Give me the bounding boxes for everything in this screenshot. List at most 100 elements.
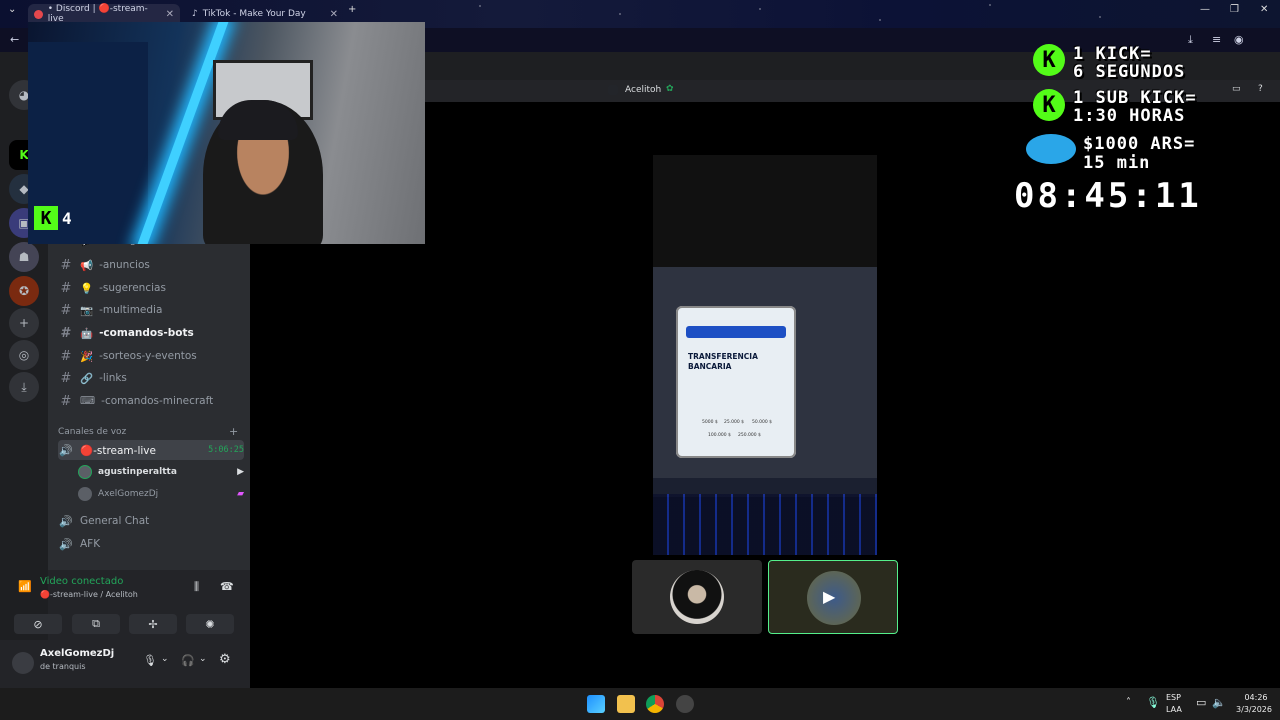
channel-name: -comandos-bots — [99, 327, 194, 339]
channel-multimedia[interactable]: # 📷 -multimedia — [58, 300, 244, 320]
laptop-taskbar — [653, 478, 877, 494]
voice-user-name: agustinperaltta — [98, 467, 177, 477]
headphones-icon[interactable]: 🎧 — [181, 654, 195, 667]
channel-comandos-minecraft[interactable]: # ⌨ -comandos-minecraft — [58, 391, 244, 411]
voice-channel-general-chat[interactable]: 🔊 General Chat — [58, 511, 244, 531]
keyboard-layout[interactable]: LAA — [1166, 705, 1182, 714]
voice-channel-afk[interactable]: 🔊 AFK — [58, 534, 244, 554]
hash-icon: # — [60, 393, 72, 409]
transfer-title-line2: BANCARIA — [688, 362, 732, 371]
user-panel: AxelGomezDj de tranquis 🎙 ⌄ 🎧 ⌄ ⚙ — [0, 640, 250, 688]
server-icon[interactable]: ☗ — [9, 242, 39, 272]
file-explorer-icon[interactable] — [617, 695, 635, 713]
add-server-icon[interactable]: + — [9, 308, 39, 338]
noise-suppression-icon[interactable]: ⫼ — [194, 580, 199, 594]
channel-sorteos-y-eventos[interactable]: # 🎉 -sorteos-y-eventos — [58, 346, 244, 366]
amount-chip: 250.000 $ — [738, 433, 761, 438]
voice-channel-name: AFK — [80, 538, 101, 550]
network-icon[interactable]: ▭ — [1196, 696, 1206, 709]
chevron-down-icon[interactable]: ⌄ — [161, 654, 169, 664]
tray-mic-icon[interactable]: 🎙 — [1146, 696, 1160, 709]
avatar — [78, 465, 92, 479]
voice-user-agustinperaltta[interactable]: agustinperaltta ▶ — [78, 463, 244, 481]
clock-date[interactable]: 3/3/2026 — [1232, 705, 1276, 714]
speaker-icon: 🔊 — [59, 537, 73, 551]
soundboard-icon: ✺ — [205, 617, 215, 631]
server-icon[interactable]: ✪ — [9, 276, 39, 306]
participant-tile-active[interactable]: ▶ — [768, 560, 898, 634]
explore-icon[interactable]: ◎ — [9, 340, 39, 370]
voice-channel-stream-live[interactable]: 🔊 🔴-stream-live 5:06:25 — [58, 440, 244, 460]
settings-gear-icon[interactable]: ⚙ — [219, 652, 231, 667]
tab-close-icon[interactable]: ✕ — [166, 9, 174, 20]
minimize-icon[interactable]: — — [1200, 4, 1210, 15]
clock-time[interactable]: 04:26 — [1236, 693, 1276, 702]
language-code[interactable]: ESP — [1166, 693, 1181, 702]
tab-discord[interactable]: • Discord | 🔴-stream-live ✕ — [28, 4, 180, 24]
speaker-icon: 🔊 — [59, 514, 73, 528]
soundboard-button[interactable]: ✺ — [186, 614, 234, 634]
back-arrow-icon[interactable]: ← — [10, 33, 19, 46]
channel-emoji: 📷 — [80, 304, 94, 317]
donation-rule-line1: $1000 ARS= — [1083, 134, 1196, 154]
add-channel-icon[interactable]: + — [229, 425, 238, 438]
channel-emoji: 🎉 — [80, 350, 94, 363]
participant-tile[interactable] — [632, 560, 762, 634]
close-window-icon[interactable]: ✕ — [1260, 4, 1268, 15]
channel-name: -sugerencias — [99, 282, 166, 294]
hash-icon: # — [60, 302, 72, 318]
amount-chip: 50.000 $ — [752, 420, 773, 425]
discord-tab-icon — [34, 9, 43, 19]
kick-follower-badge: K 4 — [34, 206, 72, 230]
camera-toggle-button[interactable]: ⊘ — [14, 614, 62, 634]
voice-user-axelgomezdj[interactable]: AxelGomezDj ▰ — [78, 485, 244, 503]
disconnect-icon[interactable]: ☎ — [220, 580, 234, 593]
channel-emoji: 🔗 — [80, 372, 94, 385]
camera-off-icon: ⊘ — [33, 617, 43, 631]
tray-chevron-icon[interactable]: ˄ — [1126, 697, 1131, 708]
microphone-icon[interactable]: 🎙 — [143, 654, 157, 667]
avatar — [78, 487, 92, 501]
new-tab-button[interactable]: + — [348, 4, 356, 15]
chrome-icon[interactable] — [646, 695, 664, 713]
screen-share-button[interactable]: ⧉ — [72, 614, 120, 634]
windows-start-icon[interactable] — [587, 695, 605, 713]
activities-button[interactable]: ✢ — [129, 614, 177, 634]
participant-avatar — [670, 570, 724, 624]
maximize-icon[interactable]: ❐ — [1230, 4, 1239, 15]
obs-icon[interactable] — [676, 695, 694, 713]
voice-user-name: AxelGomezDj — [98, 489, 159, 499]
hash-icon: # — [60, 280, 72, 296]
download-apps-icon[interactable]: ⤓ — [9, 372, 39, 402]
tab-close-icon[interactable]: ✕ — [330, 9, 338, 20]
user-avatar[interactable] — [12, 652, 34, 674]
connection-status: Video conectado — [40, 576, 124, 587]
tab-discord-label: • Discord | 🔴-stream-live — [47, 4, 148, 24]
channel-name: -sorteos-y-eventos — [99, 350, 197, 362]
tab-list-chevron-icon[interactable]: ⌄ — [8, 4, 16, 15]
connection-location[interactable]: 🔴-stream-live / Acelitoh — [40, 590, 138, 599]
activities-icon: ✢ — [148, 617, 158, 631]
stream-owner-name: Acelitoh — [625, 85, 662, 95]
screen-share-icon: ⧉ — [92, 617, 100, 630]
tab-tiktok-label: TikTok - Make Your Day — [202, 9, 306, 19]
server-avatar — [608, 85, 618, 95]
channel-comandos-bots[interactable]: # 🤖 -comandos-bots — [58, 323, 244, 343]
handshake-icon — [1026, 134, 1076, 164]
activity-icon: ▰ — [237, 489, 244, 499]
channel-links[interactable]: # 🔗 -links — [58, 368, 244, 388]
tab-tiktok[interactable]: ♪ TikTok - Make Your Day ✕ — [186, 4, 344, 24]
channel-anuncios[interactable]: # 📢 -anuncios — [58, 255, 244, 275]
volume-icon[interactable]: 🔈 — [1212, 696, 1226, 709]
channel-name: -anuncios — [99, 259, 150, 271]
kick-rule-line1: 1 KICK= — [1073, 44, 1152, 64]
kick-logo-icon: K — [1033, 89, 1065, 121]
webcam-overlay: K 4 — [28, 22, 425, 244]
voice-category-header[interactable]: Canales de voz — [58, 427, 126, 437]
hash-icon: # — [60, 370, 72, 386]
channel-sugerencias[interactable]: # 💡 -sugerencias — [58, 278, 244, 298]
kick-logo-icon: K — [34, 206, 58, 230]
transfer-title-line1: TRANSFERENCIA — [688, 352, 758, 361]
chevron-down-icon[interactable]: ⌄ — [199, 654, 207, 664]
channel-emoji: ⌨ — [80, 395, 96, 407]
